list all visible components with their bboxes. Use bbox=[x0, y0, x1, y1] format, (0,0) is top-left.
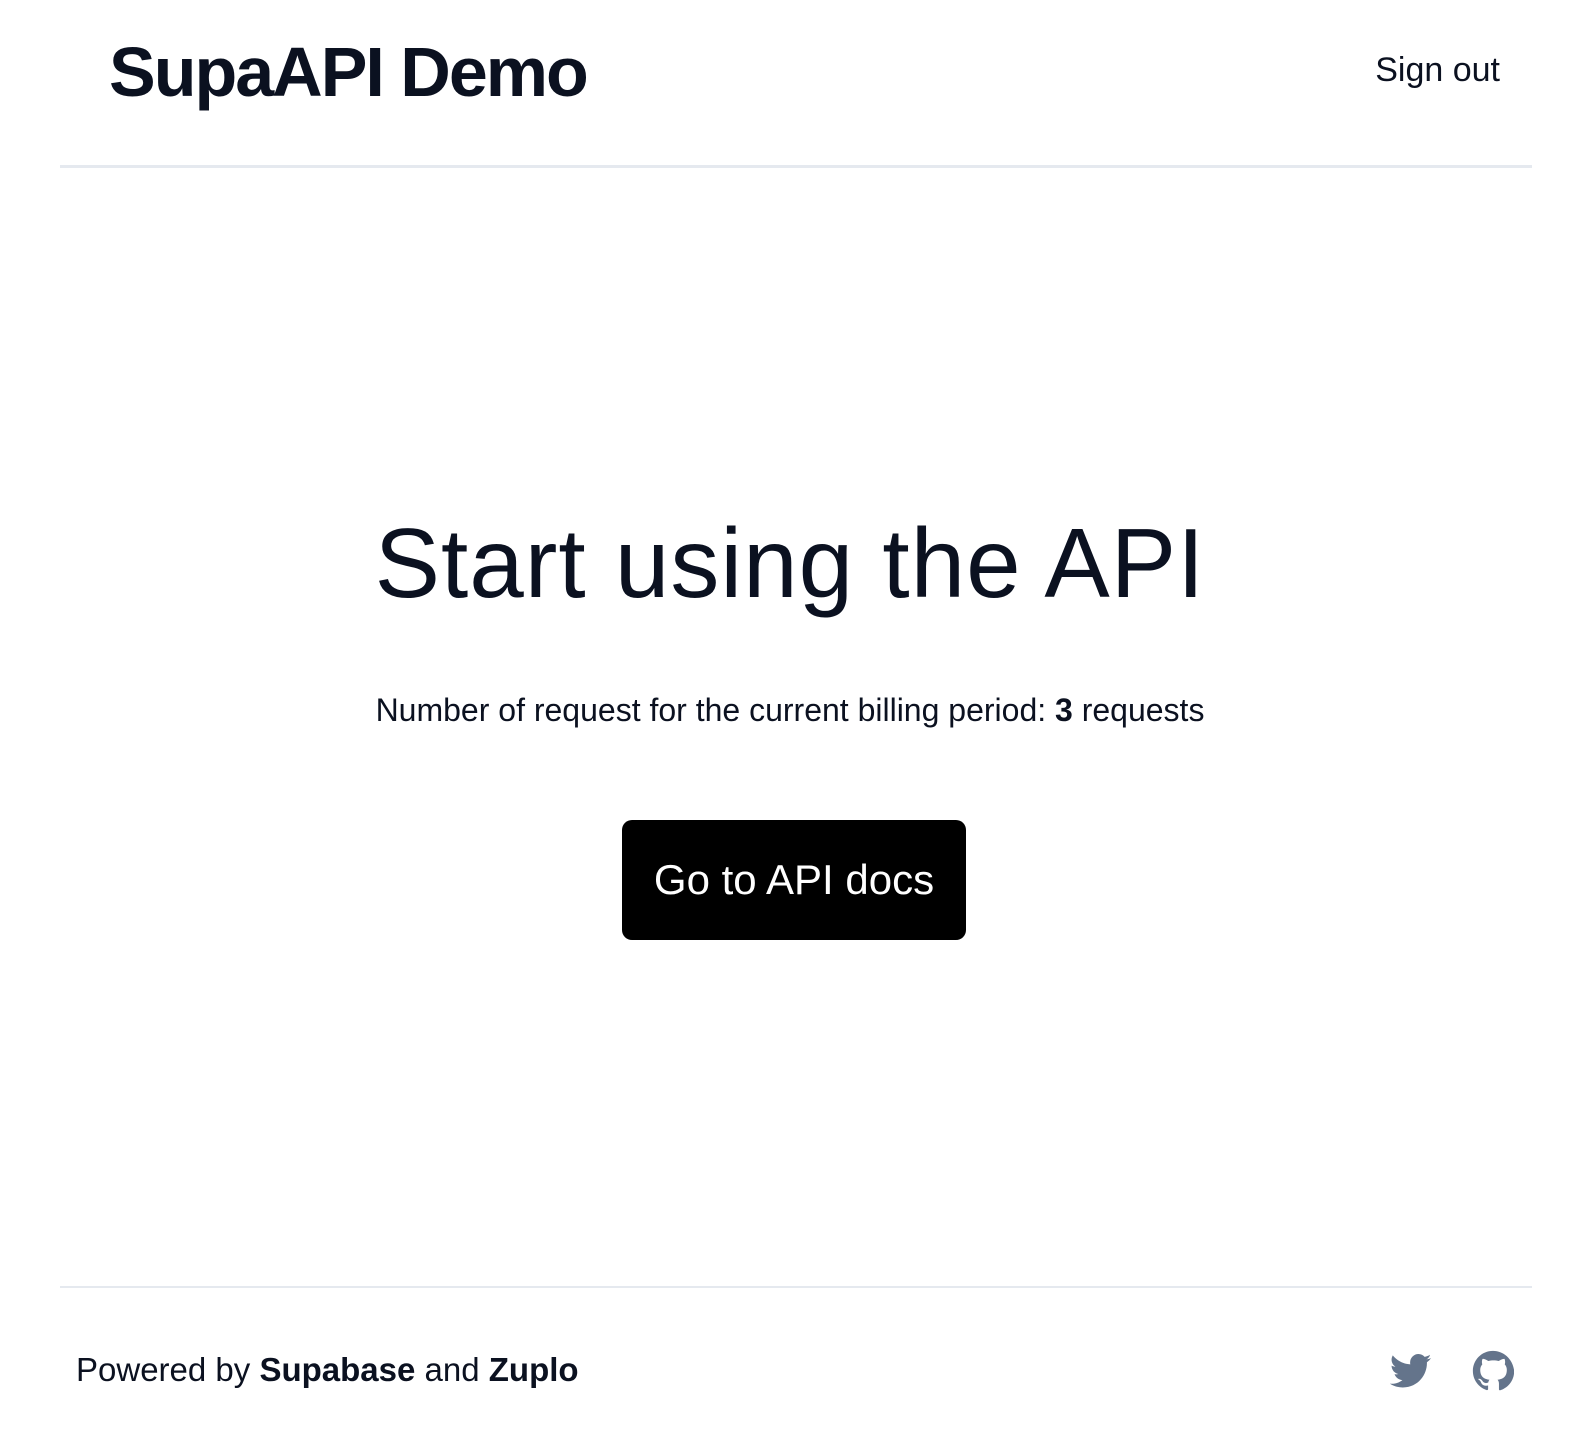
github-icon[interactable] bbox=[1472, 1350, 1514, 1392]
brand-title: SupaAPI Demo bbox=[109, 33, 589, 111]
powered-and: and bbox=[415, 1351, 489, 1388]
usage-suffix: requests bbox=[1072, 692, 1205, 728]
page: SupaAPI Demo Sign out Start using the AP… bbox=[0, 0, 1580, 1434]
zuplo-name: Zuplo bbox=[488, 1351, 579, 1388]
usage-count: 3 bbox=[1055, 692, 1073, 728]
page-title: Start using the API bbox=[374, 508, 1206, 618]
social-links bbox=[1390, 1350, 1514, 1392]
powered-prefix: Powered by bbox=[76, 1351, 260, 1388]
supabase-name: Supabase bbox=[259, 1351, 416, 1388]
usage-prefix: Number of request for the current billin… bbox=[375, 692, 1056, 728]
footer: Powered by Supabase and Zuplo bbox=[60, 1286, 1532, 1434]
go-to-api-docs-button[interactable]: Go to API docs bbox=[622, 820, 966, 940]
main-content: Start using the API Number of request fo… bbox=[0, 168, 1580, 1292]
top-navbar: SupaAPI Demo Sign out bbox=[60, 0, 1532, 168]
twitter-icon[interactable] bbox=[1390, 1350, 1432, 1392]
usage-text: Number of request for the current billin… bbox=[0, 688, 1580, 732]
powered-by-text: Powered by Supabase and Zuplo bbox=[76, 1348, 579, 1392]
sign-out-link[interactable]: Sign out bbox=[1375, 48, 1500, 92]
